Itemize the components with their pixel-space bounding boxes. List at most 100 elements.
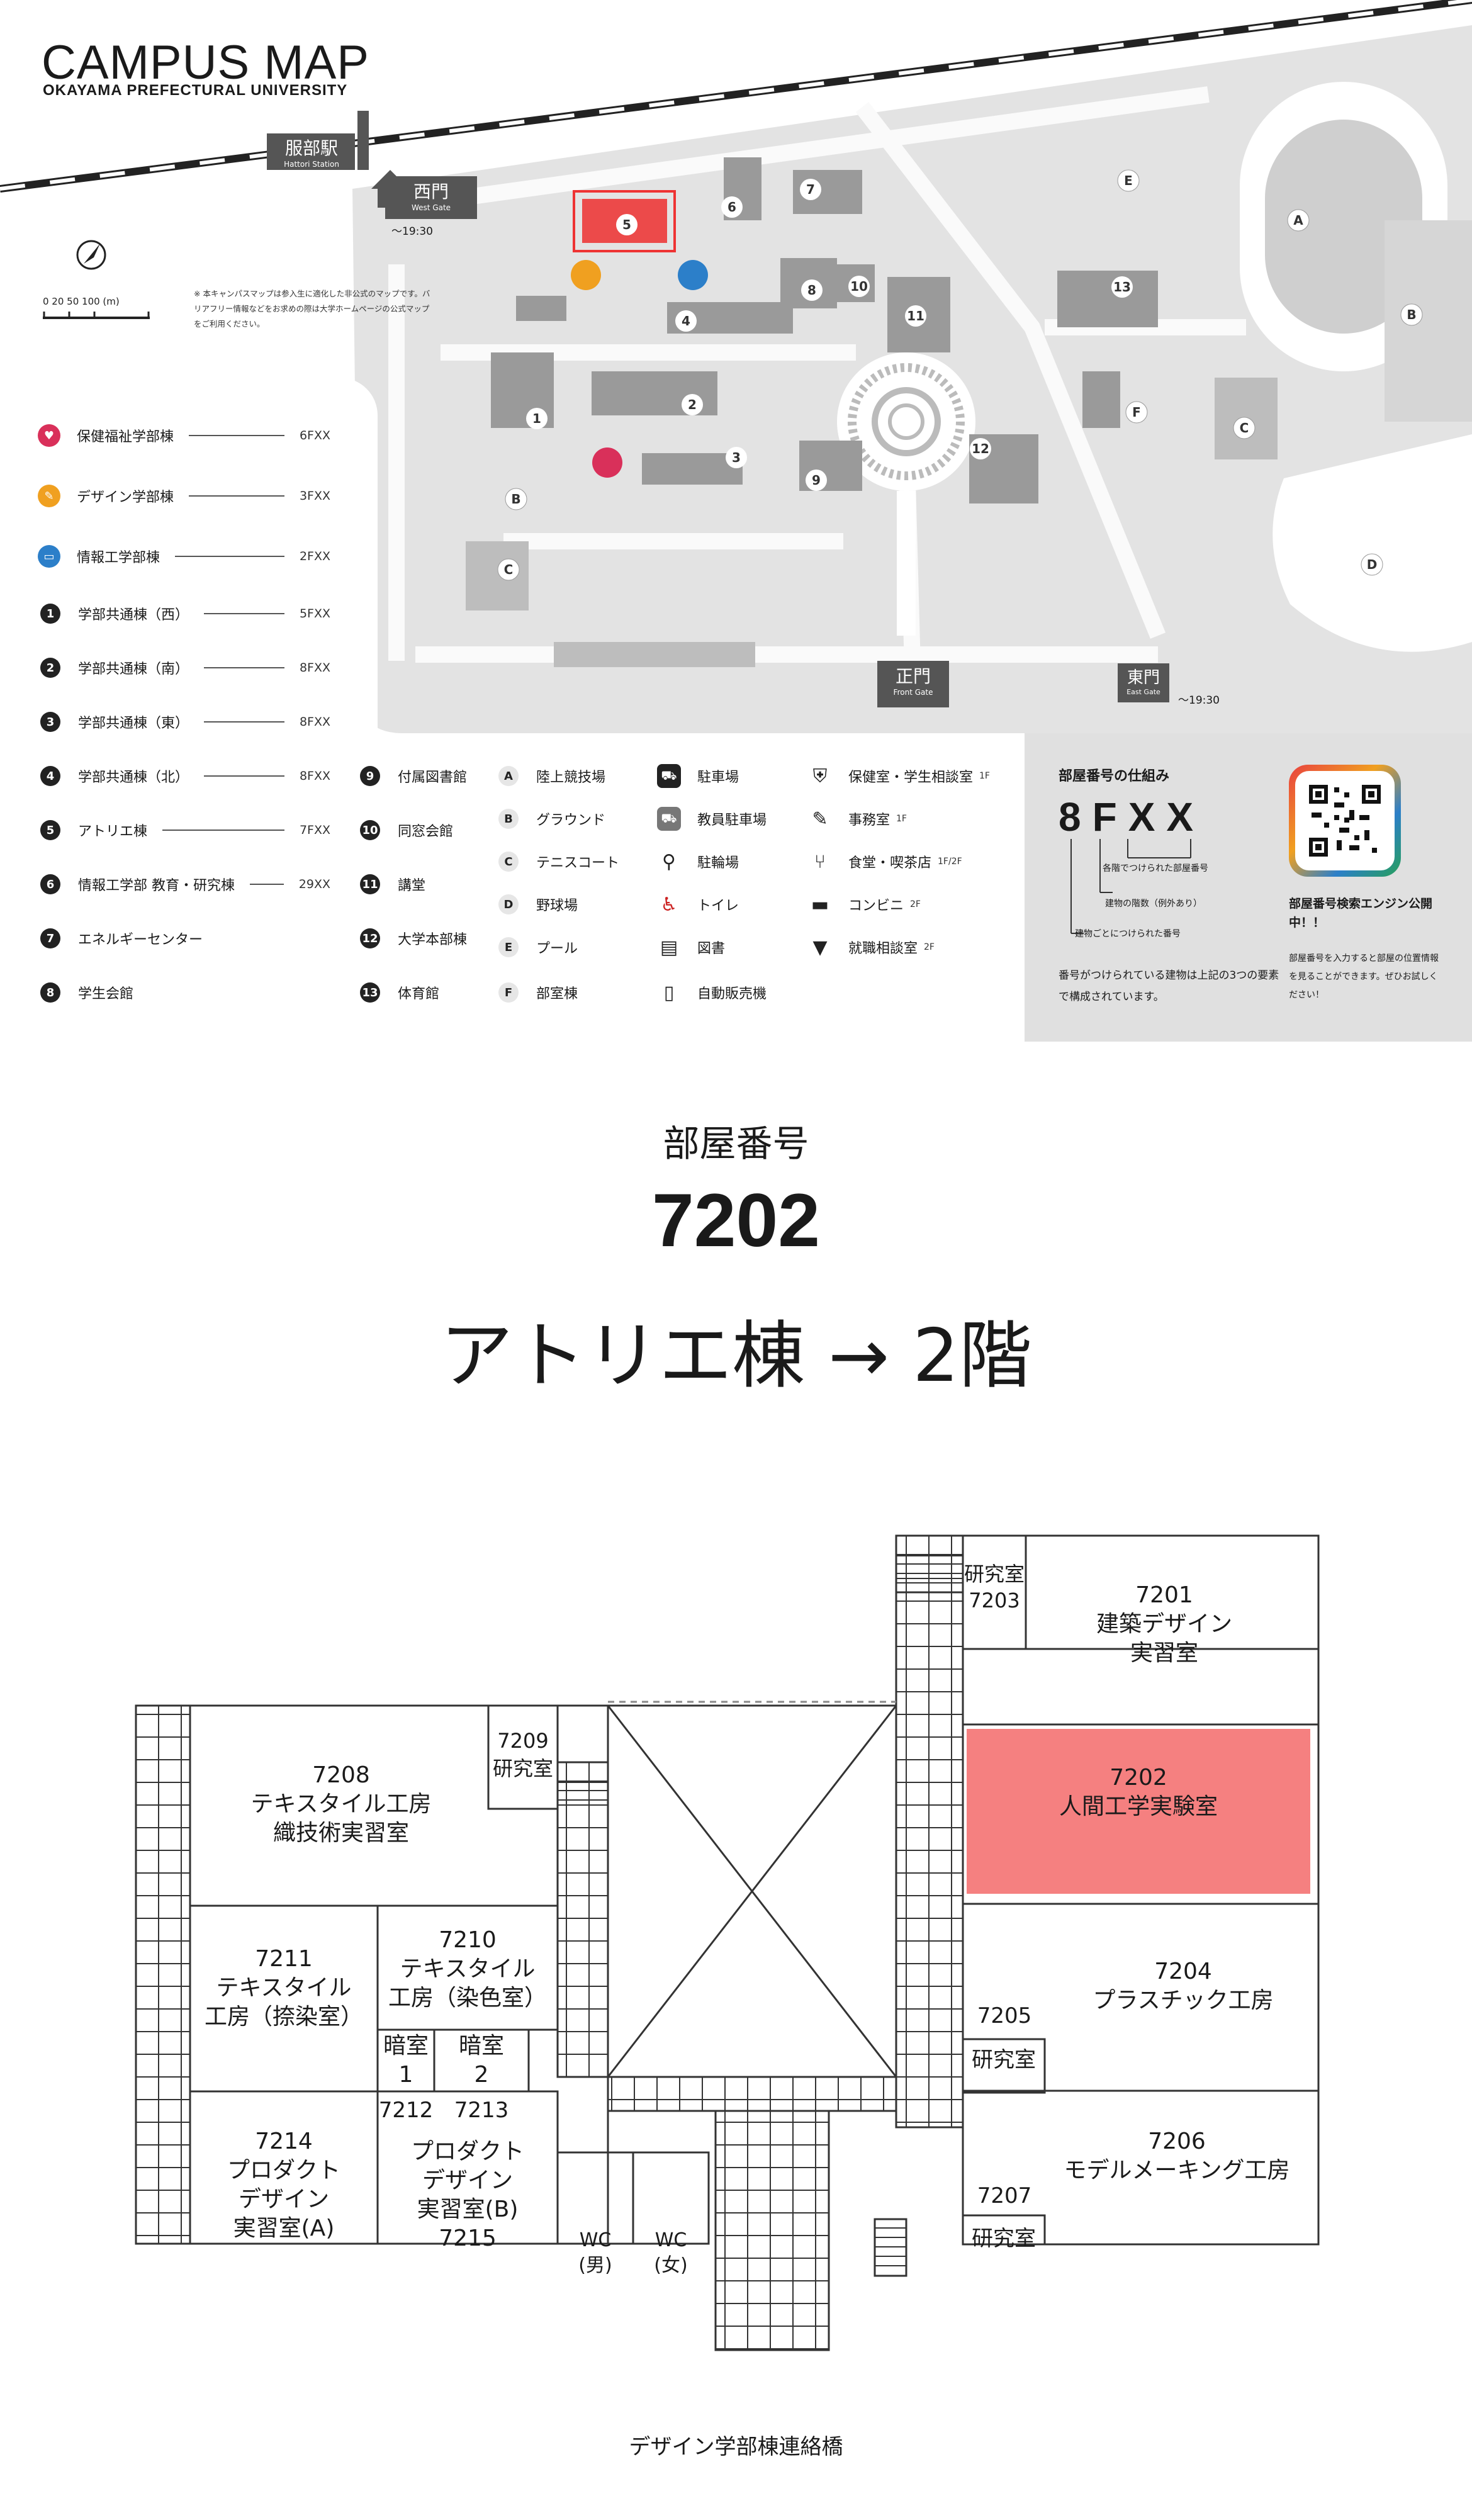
pen-icon: ✎ <box>812 807 828 830</box>
svg-text:E: E <box>1124 173 1133 188</box>
legend-facility: E プール <box>498 935 578 960</box>
legend-facility: C テニスコート <box>498 849 619 874</box>
legend-building: 1 学部共通棟（西） 5FXX <box>40 601 330 626</box>
legend-faculty-health: ♥ 保健福祉学部棟 6FXX <box>38 423 330 448</box>
dark-room-1-label: 暗室 1 <box>383 2033 429 2088</box>
engine-body: 部屋番号を入力すると部屋の位置情報を見ることができます。ぜひお試しください！ <box>1289 953 1439 1000</box>
svg-text:C: C <box>504 562 514 577</box>
vending-icon: ▯ <box>663 981 675 1004</box>
front-gate-label: 正門 Front Gate <box>893 666 933 697</box>
legend-facility: A 陸上競技場 <box>498 763 605 789</box>
legend-faculty-design: ✎ デザイン学部棟 3FXX <box>38 483 330 509</box>
svg-text:3: 3 <box>732 450 741 465</box>
legend-facility: D 野球場 <box>498 892 578 917</box>
campus-map-section: 1 2 3 4 5 6 7 8 9 10 11 12 13 A B B C C … <box>0 0 1472 1042</box>
wc-women-label: WC (女) <box>654 2229 688 2276</box>
svg-text:12: 12 <box>972 441 989 456</box>
svg-text:7: 7 <box>806 182 815 197</box>
svg-text:B: B <box>511 492 520 507</box>
room-number-info-box: 部屋番号の仕組み 8FXX 各階でつけられた部屋番号 建物の階数（例外あり） 建… <box>1025 733 1472 1042</box>
legend-building: 4 学部共通棟（北） 8FXX <box>40 763 330 789</box>
room-7211-label: 7211 テキスタイル 工房（捺染室） <box>204 1946 363 2030</box>
legend-amenity: ✎ 事務室 1F <box>808 806 907 831</box>
legend-amenity: ⑂ 食堂・喫茶店 1F/2F <box>808 849 962 874</box>
legend-building: 7 エネルギーセンター <box>40 926 330 951</box>
svg-text:11: 11 <box>907 308 924 323</box>
map-note: ※ 本キャンパスマップは参入生に適化した非公式のマップです。バリアフリー情報など… <box>194 289 430 329</box>
legend-building: 3 学部共通棟（東） 8FXX <box>40 709 330 734</box>
legend-amenity: ⛟ 教員駐車場 <box>657 806 767 831</box>
room-7213-number: 7213 <box>454 2098 509 2123</box>
info-body: 番号がつけられている建物は上記の3つの要素で構成されています。 <box>1059 969 1279 1003</box>
legend-building: 6 情報工学部 教育・研究棟 29XX <box>40 872 330 897</box>
legend-facility: F 部室棟 <box>498 980 578 1005</box>
room-number-label: 部屋番号 <box>663 1122 809 1165</box>
legend-building: 2 学部共通棟（南） 8FXX <box>40 655 330 680</box>
svg-text:8: 8 <box>807 283 816 298</box>
design-icon: ✎ <box>38 485 60 507</box>
legend-building: 8 学生会館 <box>40 980 330 1005</box>
shield-heart-icon: ⛨ <box>812 765 828 787</box>
scale-label: 0 20 50 100 (m) <box>43 296 120 307</box>
computer-icon: ▭ <box>38 545 60 568</box>
room-7204-label: 7204 プラスチック工房 <box>1093 1959 1274 2013</box>
room-7207-number: 7207 <box>977 2183 1032 2208</box>
ground-field <box>1385 220 1472 422</box>
qr-frame[interactable] <box>1289 765 1401 877</box>
corridor-center-right <box>895 1534 964 2129</box>
svg-text:C: C <box>1240 420 1249 436</box>
room-7209-label: 7209 研究室 <box>492 1729 553 1780</box>
legend-amenity: ▤ 図書 <box>657 935 725 960</box>
legend-building: 9 付属図書館 <box>360 763 467 789</box>
scale-bar <box>43 312 150 319</box>
fork-knife-icon: ⑂ <box>814 850 826 873</box>
legend-building: 12 大学本部棟 <box>360 926 467 951</box>
svg-text:4: 4 <box>682 313 690 329</box>
info-heading: 部屋番号の仕組み <box>1059 768 1170 784</box>
legend-building: 10 同窓会館 <box>360 818 453 843</box>
room-7205-lab-label: 研究室 <box>972 2047 1036 2073</box>
legend-building: 13 体育館 <box>360 980 439 1005</box>
dark-room-2-label: 暗室 2 <box>458 2033 504 2088</box>
room-7201-label: 7201 建築デザイン 実習室 <box>1096 1582 1232 1666</box>
legend-amenity: ⛨ 保健室・学生相談室 1F <box>808 763 990 789</box>
info-explain-room: 各階でつけられた部屋番号 <box>1103 863 1208 874</box>
info-explain-building: 建物ごとにつけられた番号 <box>1075 929 1181 939</box>
car-icon: ⛟ <box>657 764 681 788</box>
room-7206-label: 7206 モデルメーキング工房 <box>1064 2129 1290 2183</box>
legend-building: 11 講堂 <box>360 872 425 897</box>
legend-building: 5 アトリエ棟 7FXX <box>40 818 330 843</box>
info-explain-floor: 建物の階数（例外あり） <box>1105 899 1202 909</box>
svg-text:1: 1 <box>532 411 541 426</box>
room-7214-label: 7214 プロダクト デザイン 実習室(A) <box>227 2129 340 2241</box>
corridor-west <box>135 1704 191 2245</box>
compass <box>76 240 106 270</box>
university-name: OKAYAMA PREFECTURAL UNIVERSITY <box>43 82 348 99</box>
heart-hand-icon: ♥ <box>38 424 60 447</box>
legend-amenity: ♿ トイレ <box>657 892 739 917</box>
svg-text:9: 9 <box>812 473 821 488</box>
staff-car-icon: ⛟ <box>657 807 681 831</box>
east-gate-hours: 〜19:30 <box>1178 694 1220 707</box>
room-7208-label: 7208 テキスタイル工房 織技術実習室 <box>250 1762 432 1846</box>
station-label: 服部駅 Hattori Station <box>284 138 339 169</box>
room-7215-label: プロダクト デザイン 実習室(B) 7215 <box>410 2139 524 2251</box>
svg-text:5: 5 <box>622 217 631 232</box>
svg-text:A: A <box>1293 213 1303 228</box>
room-7210-label: 7210 テキスタイル 工房（染色室） <box>388 1927 547 2011</box>
toilet-icon: ♿ <box>660 893 678 916</box>
west-gate-label: 西門 West Gate <box>411 181 451 212</box>
west-gate-hours: 〜19:30 <box>391 225 433 238</box>
svg-text:6: 6 <box>728 200 736 215</box>
room-7203-label: 研究室 7203 <box>964 1562 1025 1612</box>
legend-faculty-info: ▭ 情報工学部棟 2FXX <box>38 544 330 569</box>
corridor-center-left <box>556 1761 609 2078</box>
legend-amenity: ▯ 自動販売機 <box>657 980 767 1005</box>
room-number-value: 7202 <box>652 1178 820 1263</box>
svg-text:B: B <box>1407 307 1416 322</box>
qr-code[interactable] <box>1309 785 1381 857</box>
legend-amenity: ⛟ 駐車場 <box>657 763 739 789</box>
svg-text:10: 10 <box>850 279 868 294</box>
tie-icon: ▼ <box>812 936 828 959</box>
bicycle-icon: ⚲ <box>662 850 676 873</box>
